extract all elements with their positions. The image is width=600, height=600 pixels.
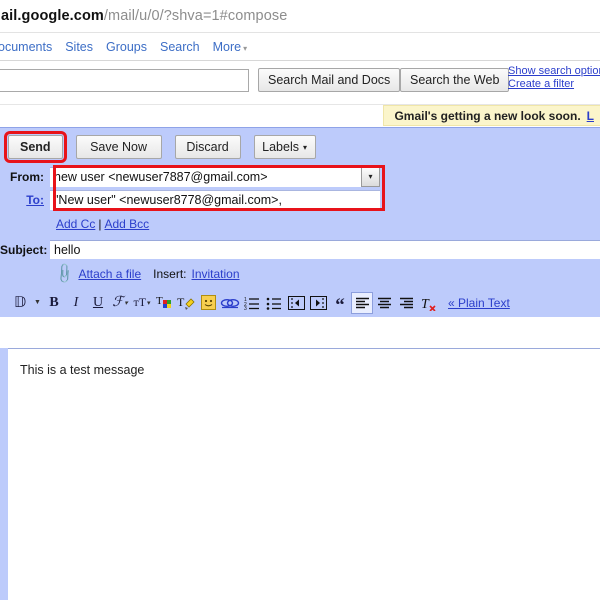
- underline-icon[interactable]: U: [87, 292, 109, 314]
- highlight-color-icon[interactable]: T: [175, 292, 197, 314]
- subject-value: hello: [54, 243, 81, 257]
- message-body-input[interactable]: This is a test message: [8, 348, 600, 600]
- url-text: ail.google.com/mail/u/0/?shva=1#compose: [0, 8, 287, 24]
- to-field[interactable]: "New user" <newuser8778@gmail.com>,: [50, 189, 380, 210]
- svg-text:3: 3: [244, 306, 247, 310]
- promo-text: Gmail's getting a new look soon.: [394, 108, 581, 123]
- insert-label: Insert:: [153, 266, 187, 281]
- promo-banner-row: Gmail's getting a new look soon. L: [0, 105, 600, 127]
- attach-row: 📎 Attach a file Insert: Invitation: [0, 260, 600, 288]
- plain-text-link[interactable]: « Plain Text: [448, 296, 510, 310]
- promo-learn-more-link[interactable]: L: [587, 109, 594, 123]
- to-label-link[interactable]: To:: [26, 193, 44, 207]
- search-options-links: Show search options Create a filter: [508, 65, 600, 91]
- align-left-icon[interactable]: [351, 291, 373, 314]
- from-dropdown-button[interactable]: ▾: [361, 166, 380, 187]
- font-size-icon[interactable]: ᴛT ▾: [131, 292, 153, 314]
- nav-groups[interactable]: Groups: [106, 40, 147, 54]
- search-bar-region: Search Mail and Docs Search the Web Show…: [0, 61, 600, 105]
- text-color-icon[interactable]: T: [153, 292, 175, 314]
- nav-search[interactable]: Search: [160, 40, 200, 54]
- nav-sites[interactable]: Sites: [65, 40, 93, 54]
- cc-bcc-separator: |: [98, 217, 102, 231]
- emoticon-icon[interactable]: [197, 292, 219, 314]
- font-style-dropdown-icon[interactable]: ▼: [31, 292, 43, 314]
- subject-label: Subject:: [0, 242, 48, 257]
- create-a-filter-link[interactable]: Create a filter: [508, 78, 600, 91]
- compose-action-buttons: Send Save Now Discard Labels ▾: [0, 128, 600, 165]
- subject-field[interactable]: hello: [50, 240, 600, 259]
- formatting-toolbar: 𝔻 ▼ B I U ℱ ▾ ᴛT ▾ T T 1 2 3 “ T « Plain…: [0, 288, 600, 317]
- browser-url-bar[interactable]: ail.google.com/mail/u/0/?shva=1#compose: [0, 0, 600, 33]
- chevron-down-icon: ▾: [243, 43, 248, 53]
- remove-formatting-icon[interactable]: T: [417, 292, 439, 314]
- font-style-icon[interactable]: 𝔻: [9, 292, 31, 314]
- svg-text:T: T: [421, 297, 430, 311]
- compose-panel: Send Save Now Discard Labels ▾ From: new …: [0, 127, 600, 317]
- paperclip-icon: 📎: [53, 261, 77, 285]
- add-cc-link[interactable]: Add Cc: [56, 217, 95, 231]
- discard-button[interactable]: Discard: [174, 135, 241, 159]
- from-label: From:: [10, 169, 44, 184]
- nav-more[interactable]: More ▾: [213, 40, 248, 54]
- font-family-icon[interactable]: ℱ ▾: [109, 292, 131, 314]
- to-label: To:: [0, 193, 50, 207]
- subject-row: Subject: hello: [0, 239, 600, 260]
- send-button[interactable]: Send: [4, 131, 67, 163]
- insert-link-icon[interactable]: [219, 292, 241, 314]
- bold-icon[interactable]: B: [43, 292, 65, 314]
- insert-invitation-link[interactable]: Invitation: [192, 267, 240, 281]
- cc-bcc-links: Add Cc | Add Bcc: [0, 211, 600, 239]
- from-field[interactable]: new user <newuser7887@gmail.com>: [50, 166, 361, 187]
- nav-documents[interactable]: ocuments: [0, 40, 52, 54]
- from-row: From: new user <newuser7887@gmail.com> ▾: [0, 165, 600, 188]
- url-path: /mail/u/0/?shva=1#compose: [103, 8, 288, 24]
- message-body-area: This is a test message: [0, 348, 600, 600]
- svg-text:T: T: [156, 295, 163, 307]
- search-the-web-button[interactable]: Search the Web: [400, 68, 510, 92]
- url-host: ail.google.com: [1, 8, 104, 24]
- labels-label: Labels: [262, 140, 299, 154]
- to-row: To: "New user" <newuser8778@gmail.com>,: [0, 188, 600, 211]
- search-input[interactable]: [0, 69, 249, 92]
- numbered-list-icon[interactable]: 123: [241, 292, 263, 314]
- save-now-button[interactable]: Save Now: [75, 135, 162, 159]
- indent-icon[interactable]: [307, 292, 329, 314]
- chevron-down-icon: ▾: [368, 172, 373, 181]
- bulleted-list-icon[interactable]: [263, 292, 285, 314]
- svg-text:T: T: [177, 295, 185, 309]
- to-value: "New user" <newuser8778@gmail.com>,: [54, 193, 282, 207]
- promo-banner: Gmail's getting a new look soon. L: [383, 105, 600, 126]
- add-bcc-link[interactable]: Add Bcc: [104, 217, 149, 231]
- search-mail-and-docs-button[interactable]: Search Mail and Docs: [258, 68, 401, 92]
- labels-button[interactable]: Labels ▾: [253, 135, 316, 159]
- chevron-down-icon: ▾: [302, 142, 307, 152]
- outdent-icon[interactable]: [285, 292, 307, 314]
- from-value: new user <newuser7887@gmail.com>: [54, 170, 268, 184]
- italic-icon[interactable]: I: [65, 292, 87, 314]
- google-nav-bar: ocuments Sites Groups Search More ▾: [0, 33, 600, 61]
- show-search-options-link[interactable]: Show search options: [508, 65, 600, 78]
- align-center-icon[interactable]: [373, 292, 395, 314]
- align-right-icon[interactable]: [395, 292, 417, 314]
- quote-icon[interactable]: “: [329, 292, 351, 315]
- nav-more-label: More: [212, 39, 242, 54]
- message-body-text: This is a test message: [20, 363, 145, 377]
- attach-a-file-link[interactable]: Attach a file: [78, 267, 141, 281]
